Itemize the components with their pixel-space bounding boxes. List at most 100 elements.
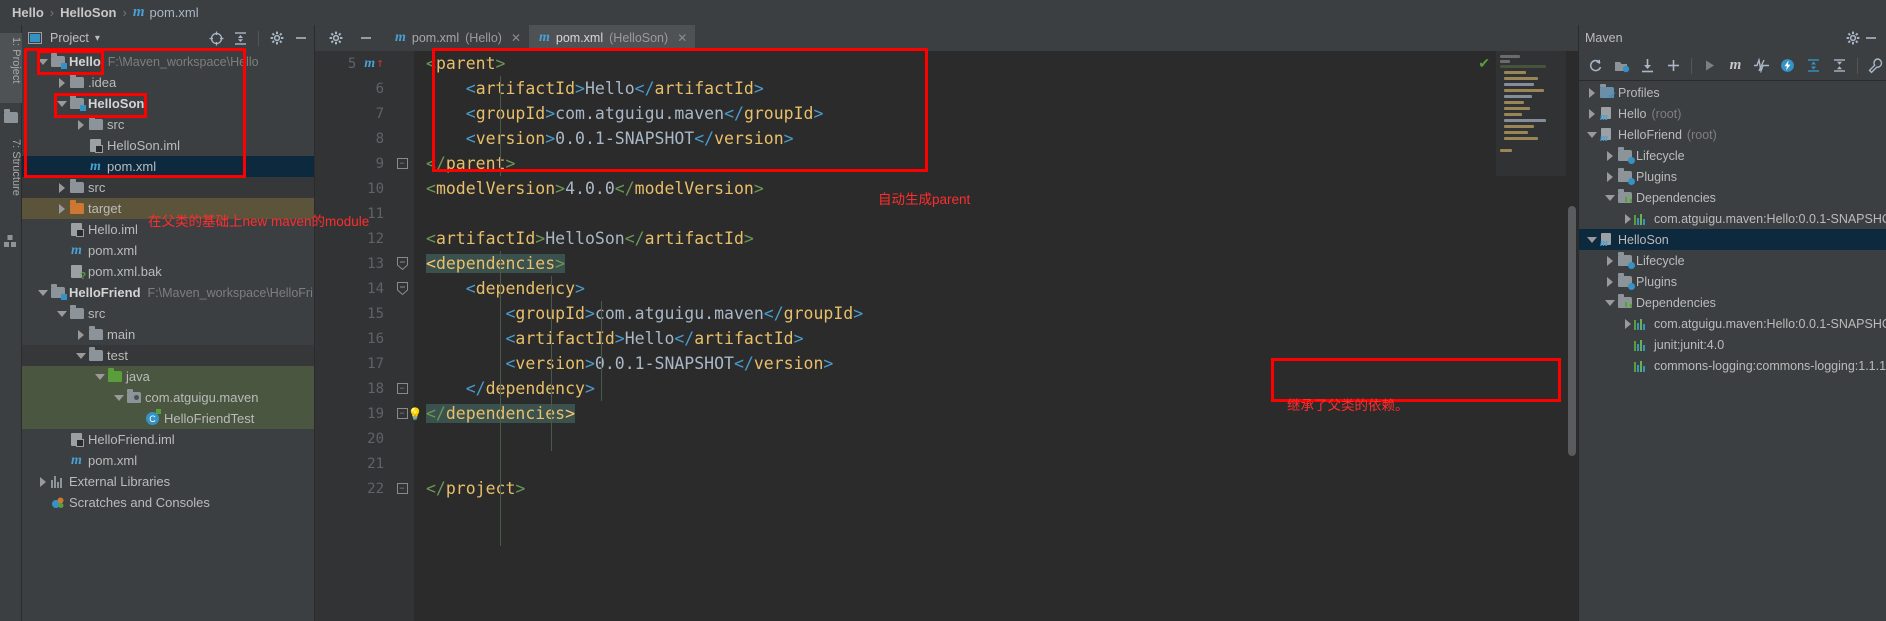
code-line[interactable]: <version>0.0.1-SNAPSHOT</version> [414, 126, 1578, 151]
tree-row[interactable]: .idea [22, 72, 314, 93]
chevron-down-icon[interactable] [1603, 191, 1616, 204]
maven-build-icon[interactable]: m [1725, 55, 1746, 76]
fold-marker[interactable] [390, 426, 414, 451]
fold-marker[interactable] [390, 276, 414, 301]
maven-gutter-icon[interactable]: m [364, 56, 375, 72]
tree-row[interactable]: External Libraries [22, 471, 314, 492]
minimize-icon[interactable] [357, 29, 375, 47]
tree-row[interactable]: Scratches and Consoles [22, 492, 314, 513]
scrollbar-thumb[interactable] [1568, 206, 1576, 456]
fold-marker[interactable] [390, 76, 414, 101]
project-panel-title[interactable]: Project [50, 31, 89, 45]
minimize-icon[interactable] [292, 29, 310, 47]
chevron-down-icon[interactable] [93, 370, 106, 383]
code-line[interactable]: <parent> [414, 51, 1578, 76]
maven-tree-row[interactable]: m HelloSon [1579, 229, 1886, 250]
chevron-right-icon[interactable] [1603, 254, 1616, 267]
editor-vertical-scrollbar[interactable] [1566, 51, 1578, 621]
fold-marker[interactable] [390, 126, 414, 151]
fold-marker[interactable] [390, 251, 414, 276]
fold-marker[interactable] [390, 201, 414, 226]
code-line[interactable]: <artifactId>Hello</artifactId> [414, 76, 1578, 101]
maven-tree-row[interactable]: Lifecycle [1579, 145, 1886, 166]
breadcrumb-item-helloson[interactable]: HelloSon [60, 5, 116, 20]
maven-settings-icon[interactable] [1865, 55, 1886, 76]
generate-sources-icon[interactable] [1611, 55, 1632, 76]
maven-tree-row[interactable]: Dependencies [1579, 292, 1886, 313]
rail-item-project[interactable]: 1: Project [0, 33, 22, 103]
chevron-down-icon[interactable] [1603, 296, 1616, 309]
tree-row[interactable]: pom.xml.bak [22, 261, 314, 282]
maven-tree-row[interactable]: commons-logging:commons-logging:1.1.1 [1579, 355, 1886, 376]
chevron-down-icon[interactable] [1585, 233, 1598, 246]
chevron-right-icon[interactable] [55, 181, 68, 194]
tree-row[interactable]: m pom.xml [22, 240, 314, 261]
code-folding-gutter[interactable]: − − − 💡 − [390, 51, 422, 621]
maven-tree-row[interactable]: m HelloFriend (root) [1579, 124, 1886, 145]
chevron-right-icon[interactable] [55, 202, 68, 215]
code-line[interactable]: <version>0.0.1-SNAPSHOT</version> [414, 351, 1578, 376]
code-line[interactable]: <modelVersion>4.0.0</modelVersion> [414, 176, 1578, 201]
chevron-right-icon[interactable] [1621, 317, 1634, 330]
minimize-icon[interactable] [1862, 29, 1880, 47]
fold-marker[interactable] [390, 51, 414, 76]
chevron-down-icon[interactable] [112, 391, 125, 404]
editor-tab[interactable]: m pom.xml (Hello) ✕ [385, 25, 529, 51]
chevron-down-icon[interactable] [1585, 128, 1598, 141]
fold-marker[interactable] [390, 326, 414, 351]
maven-tree-row[interactable]: ✔ Profiles [1579, 82, 1886, 103]
code-editor[interactable]: 5 m ↑ 6 7 8 9 10 11 12 13 14 15 16 17 18 19 20 21 22 − − − 💡 − … [315, 51, 1578, 621]
fold-marker[interactable] [390, 351, 414, 376]
close-icon[interactable]: ✕ [677, 31, 687, 45]
maven-tree-row[interactable]: com.atguigu.maven:Hello:0.0.1-SNAPSHOT [1579, 313, 1886, 334]
tree-row[interactable]: HelloFriend F:\Maven_workspace\HelloFri [22, 282, 314, 303]
close-icon[interactable]: ✕ [511, 31, 521, 45]
code-line[interactable]: <dependency> [414, 276, 1578, 301]
chevron-down-icon[interactable] [36, 55, 49, 68]
toggle-skip-tests-icon[interactable] [1751, 55, 1772, 76]
fold-marker[interactable] [390, 101, 414, 126]
chevron-right-icon[interactable] [74, 328, 87, 341]
code-line[interactable]: </parent> [414, 151, 1578, 176]
chevron-right-icon[interactable] [55, 76, 68, 89]
tree-row[interactable]: com.atguigu.maven [22, 387, 314, 408]
chevron-right-icon[interactable] [1603, 275, 1616, 288]
code-content[interactable]: <parent> <artifactId>Hello</artifactId> … [414, 51, 1578, 621]
tree-row[interactable]: test [22, 345, 314, 366]
chevron-down-icon[interactable] [36, 286, 49, 299]
editor-tab[interactable]: m pom.xml (HelloSon) ✕ [529, 25, 696, 51]
tree-row[interactable]: HelloFriend.iml [22, 429, 314, 450]
project-tree[interactable]: Hello F:\Maven_workspace\Hello .idea HelloS… [22, 51, 314, 621]
editor-minimap[interactable] [1496, 51, 1566, 176]
code-line[interactable] [414, 201, 1578, 226]
code-line[interactable]: </project> [414, 476, 1578, 501]
reimport-icon[interactable] [1585, 55, 1606, 76]
tree-row[interactable]: src [22, 303, 314, 324]
run-icon[interactable] [1699, 55, 1720, 76]
rail-item-structure[interactable]: 7: Structure [0, 135, 22, 227]
collapse-all-icon[interactable] [1829, 55, 1850, 76]
fold-marker[interactable] [390, 226, 414, 251]
code-line[interactable]: <artifactId>Hello</artifactId> [414, 326, 1578, 351]
tree-row[interactable]: m pom.xml [22, 450, 314, 471]
tree-row[interactable]: m pom.xml [22, 156, 314, 177]
fold-marker[interactable] [390, 301, 414, 326]
tree-row[interactable]: src [22, 114, 314, 135]
chevron-right-icon[interactable] [36, 475, 49, 488]
breadcrumb-item-hello[interactable]: Hello [12, 5, 44, 20]
fold-marker[interactable] [390, 176, 414, 201]
chevron-right-icon[interactable] [1603, 170, 1616, 183]
tree-row[interactable]: Hello F:\Maven_workspace\Hello [22, 51, 314, 72]
collapse-all-icon[interactable] [231, 29, 249, 47]
tree-row[interactable]: HelloSon [22, 93, 314, 114]
fold-marker[interactable] [390, 451, 414, 476]
chevron-down-icon[interactable] [55, 97, 68, 110]
locate-icon[interactable] [207, 29, 225, 47]
gear-icon[interactable] [327, 29, 345, 47]
code-line[interactable] [414, 426, 1578, 451]
maven-tree-row[interactable]: Plugins [1579, 166, 1886, 187]
fold-marker[interactable]: − [390, 376, 414, 401]
add-icon[interactable] [1663, 55, 1684, 76]
maven-tree-row[interactable]: m Hello (root) [1579, 103, 1886, 124]
code-line[interactable]: <groupId>com.atguigu.maven</groupId> [414, 301, 1578, 326]
